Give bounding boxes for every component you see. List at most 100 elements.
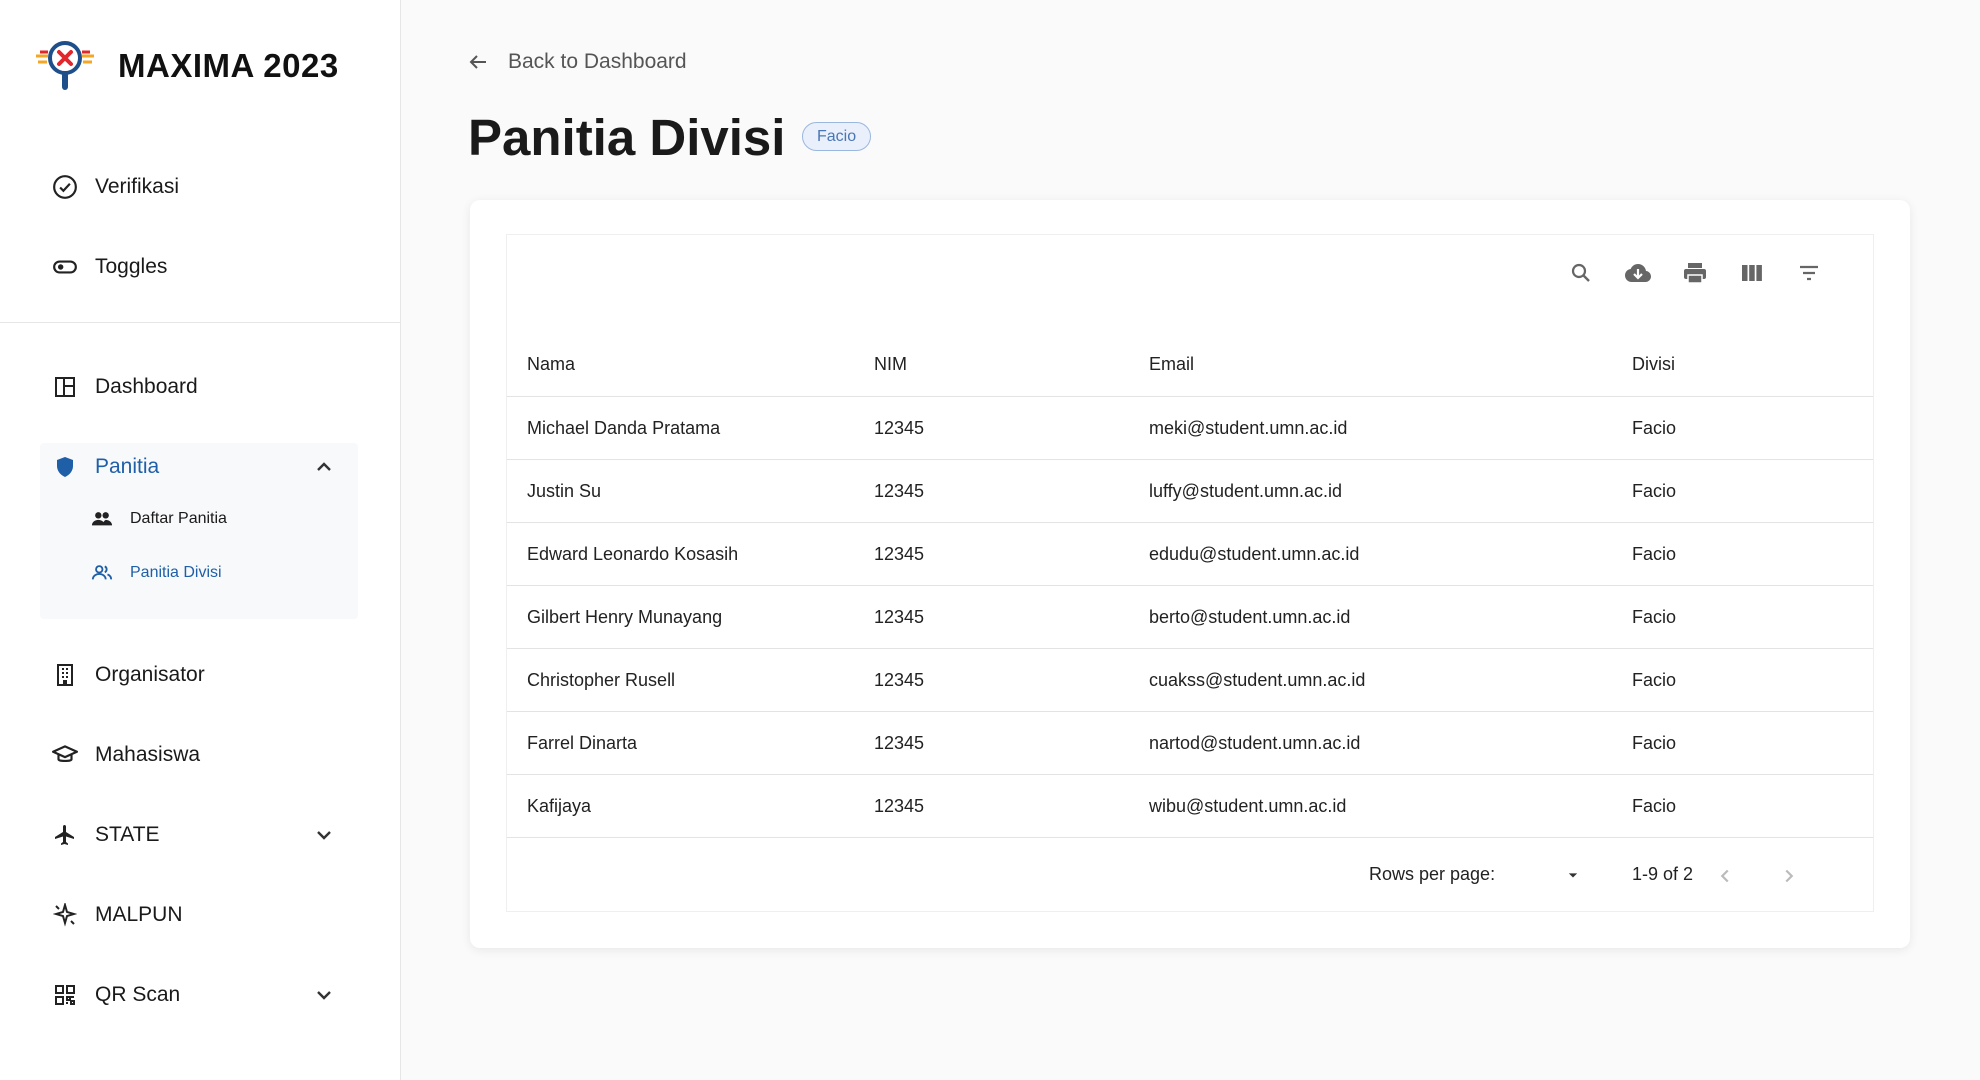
sidebar-item-state[interactable]: STATE <box>40 808 358 862</box>
app-title: MAXIMA 2023 <box>118 47 339 84</box>
sidebar-item-label: MALPUN <box>95 903 183 926</box>
people-outline-icon <box>90 561 114 585</box>
table-row[interactable]: Michael Danda Pratama 12345 meki@student… <box>507 397 1873 460</box>
sidebar-item-label: Mahasiswa <box>95 743 201 766</box>
column-header-nama[interactable]: Nama <box>527 331 575 397</box>
table-toolbar <box>1552 253 1837 293</box>
cell-email: wibu@student.umn.ac.id <box>1149 796 1347 816</box>
filter-button[interactable] <box>1780 253 1837 293</box>
graduation-cap-icon <box>51 741 79 769</box>
cell-nama: Gilbert Henry Munayang <box>527 607 723 627</box>
cell-email: edudu@student.umn.ac.id <box>1149 544 1360 564</box>
rows-per-page-label: Rows per page: <box>1369 864 1496 884</box>
cell-nama: Farrel Dinarta <box>527 733 638 753</box>
view-columns-button[interactable] <box>1723 253 1780 293</box>
cell-nim: 12345 <box>874 733 925 753</box>
rows-per-page-select[interactable] <box>1555 860 1591 890</box>
sidebar-item-qr-scan[interactable]: QR Scan <box>40 968 358 1022</box>
sidebar-item-organisator[interactable]: Organisator <box>40 648 358 702</box>
cell-nama: Michael Danda Pratama <box>527 418 721 438</box>
sidebar-subitem-panitia-divisi[interactable]: Panitia Divisi <box>90 553 222 593</box>
cell-divisi: Facio <box>1632 670 1677 690</box>
sparkle-icon <box>51 901 79 929</box>
qr-code-icon <box>51 981 79 1009</box>
sidebar-item-mahasiswa[interactable]: Mahasiswa <box>40 728 358 782</box>
cell-email: cuakss@student.umn.ac.id <box>1149 670 1366 690</box>
chevron-left-icon <box>1720 869 1729 883</box>
cell-email: luffy@student.umn.ac.id <box>1149 481 1343 501</box>
cell-email: berto@student.umn.ac.id <box>1149 607 1351 627</box>
table-row[interactable]: Kafijaya 12345 wibu@student.umn.ac.id Fa… <box>507 775 1873 838</box>
cell-divisi: Facio <box>1632 418 1677 438</box>
cell-divisi: Facio <box>1632 796 1677 816</box>
cell-nama: Edward Leonardo Kosasih <box>527 544 739 564</box>
sidebar-item-label: Verifikasi <box>95 175 180 198</box>
table-body: Michael Danda Pratama 12345 meki@student… <box>507 397 1873 838</box>
data-table: Nama NIM Email Divisi Michael Danda Prat… <box>506 234 1874 912</box>
sidebar-item-malpun[interactable]: MALPUN <box>40 888 358 942</box>
dashboard-icon <box>51 373 79 401</box>
chevron-down-icon[interactable] <box>312 983 336 1007</box>
arrow-left-icon <box>469 55 486 69</box>
check-circle-icon <box>51 173 79 201</box>
cell-nim: 12345 <box>874 544 925 564</box>
airplane-icon <box>51 821 79 849</box>
sidebar-divider <box>0 322 400 323</box>
chevron-down-icon[interactable] <box>312 823 336 847</box>
sidebar-subitem-label: Daftar Panitia <box>130 510 227 527</box>
sidebar: MAXIMA 2023 Verifikasi Toggles Dashboard… <box>0 0 401 1080</box>
sidebar-item-dashboard[interactable]: Dashboard <box>40 360 358 414</box>
column-header-email[interactable]: Email <box>1149 331 1194 397</box>
sidebar-item-label: Panitia <box>95 455 160 478</box>
brand[interactable]: MAXIMA 2023 <box>34 36 339 96</box>
chevron-up-icon[interactable] <box>312 455 336 479</box>
cell-nama: Christopher Rusell <box>527 670 676 690</box>
table-row[interactable]: Justin Su 12345 luffy@student.umn.ac.id … <box>507 460 1873 523</box>
table-row[interactable]: Christopher Rusell 12345 cuakss@student.… <box>507 649 1873 712</box>
people-icon <box>90 507 114 531</box>
table-card: Nama NIM Email Divisi Michael Danda Prat… <box>470 200 1910 948</box>
column-header-divisi[interactable]: Divisi <box>1632 331 1675 397</box>
search-icon <box>1571 263 1590 282</box>
cell-nama: Kafijaya <box>527 796 592 816</box>
pagination-range: 1-9 of 2 <box>1632 864 1694 884</box>
sidebar-item-toggles[interactable]: Toggles <box>40 240 358 294</box>
download-csv-button[interactable] <box>1609 253 1666 293</box>
sidebar-item-verifikasi[interactable]: Verifikasi <box>40 160 358 214</box>
back-to-dashboard-link[interactable]: Back to Dashboard <box>466 50 687 74</box>
table-row[interactable]: Farrel Dinarta 12345 nartod@student.umn.… <box>507 712 1873 775</box>
sidebar-item-label: STATE <box>95 823 160 846</box>
filter-icon <box>1799 265 1818 281</box>
cell-nim: 12345 <box>874 796 925 816</box>
cell-nim: 12345 <box>874 607 925 627</box>
chevron-right-icon <box>1785 869 1794 883</box>
sidebar-item-label: Organisator <box>95 663 205 686</box>
column-header-nim[interactable]: NIM <box>874 331 907 397</box>
table-row[interactable]: Edward Leonardo Kosasih 12345 edudu@stud… <box>507 523 1873 586</box>
download-icon <box>1624 264 1651 282</box>
cell-divisi: Facio <box>1632 544 1677 564</box>
search-button[interactable] <box>1552 253 1609 293</box>
sidebar-subitem-label: Panitia Divisi <box>130 564 222 581</box>
next-page-button[interactable] <box>1769 856 1809 896</box>
cell-nama: Justin Su <box>527 481 602 501</box>
table-header: Nama NIM Email Divisi <box>507 331 1873 397</box>
shield-icon <box>51 453 79 481</box>
cell-email: meki@student.umn.ac.id <box>1149 418 1348 438</box>
cell-email: nartod@student.umn.ac.id <box>1149 733 1361 753</box>
cell-nim: 12345 <box>874 418 925 438</box>
previous-page-button[interactable] <box>1705 856 1745 896</box>
sidebar-item-label: Dashboard <box>95 375 198 398</box>
page-title: Panitia Divisi <box>468 109 786 166</box>
division-badge: Facio <box>802 122 872 151</box>
print-button[interactable] <box>1666 253 1723 293</box>
cell-divisi: Facio <box>1632 607 1677 627</box>
cell-divisi: Facio <box>1632 733 1677 753</box>
back-link-label: Back to Dashboard <box>508 50 687 73</box>
maxima-logo <box>36 41 94 90</box>
table-row[interactable]: Gilbert Henry Munayang 12345 berto@stude… <box>507 586 1873 649</box>
sidebar-item-panitia[interactable]: Panitia <box>40 440 358 494</box>
cell-divisi: Facio <box>1632 481 1677 501</box>
sidebar-item-label: QR Scan <box>95 983 181 1006</box>
sidebar-subitem-daftar-panitia[interactable]: Daftar Panitia <box>90 499 227 539</box>
